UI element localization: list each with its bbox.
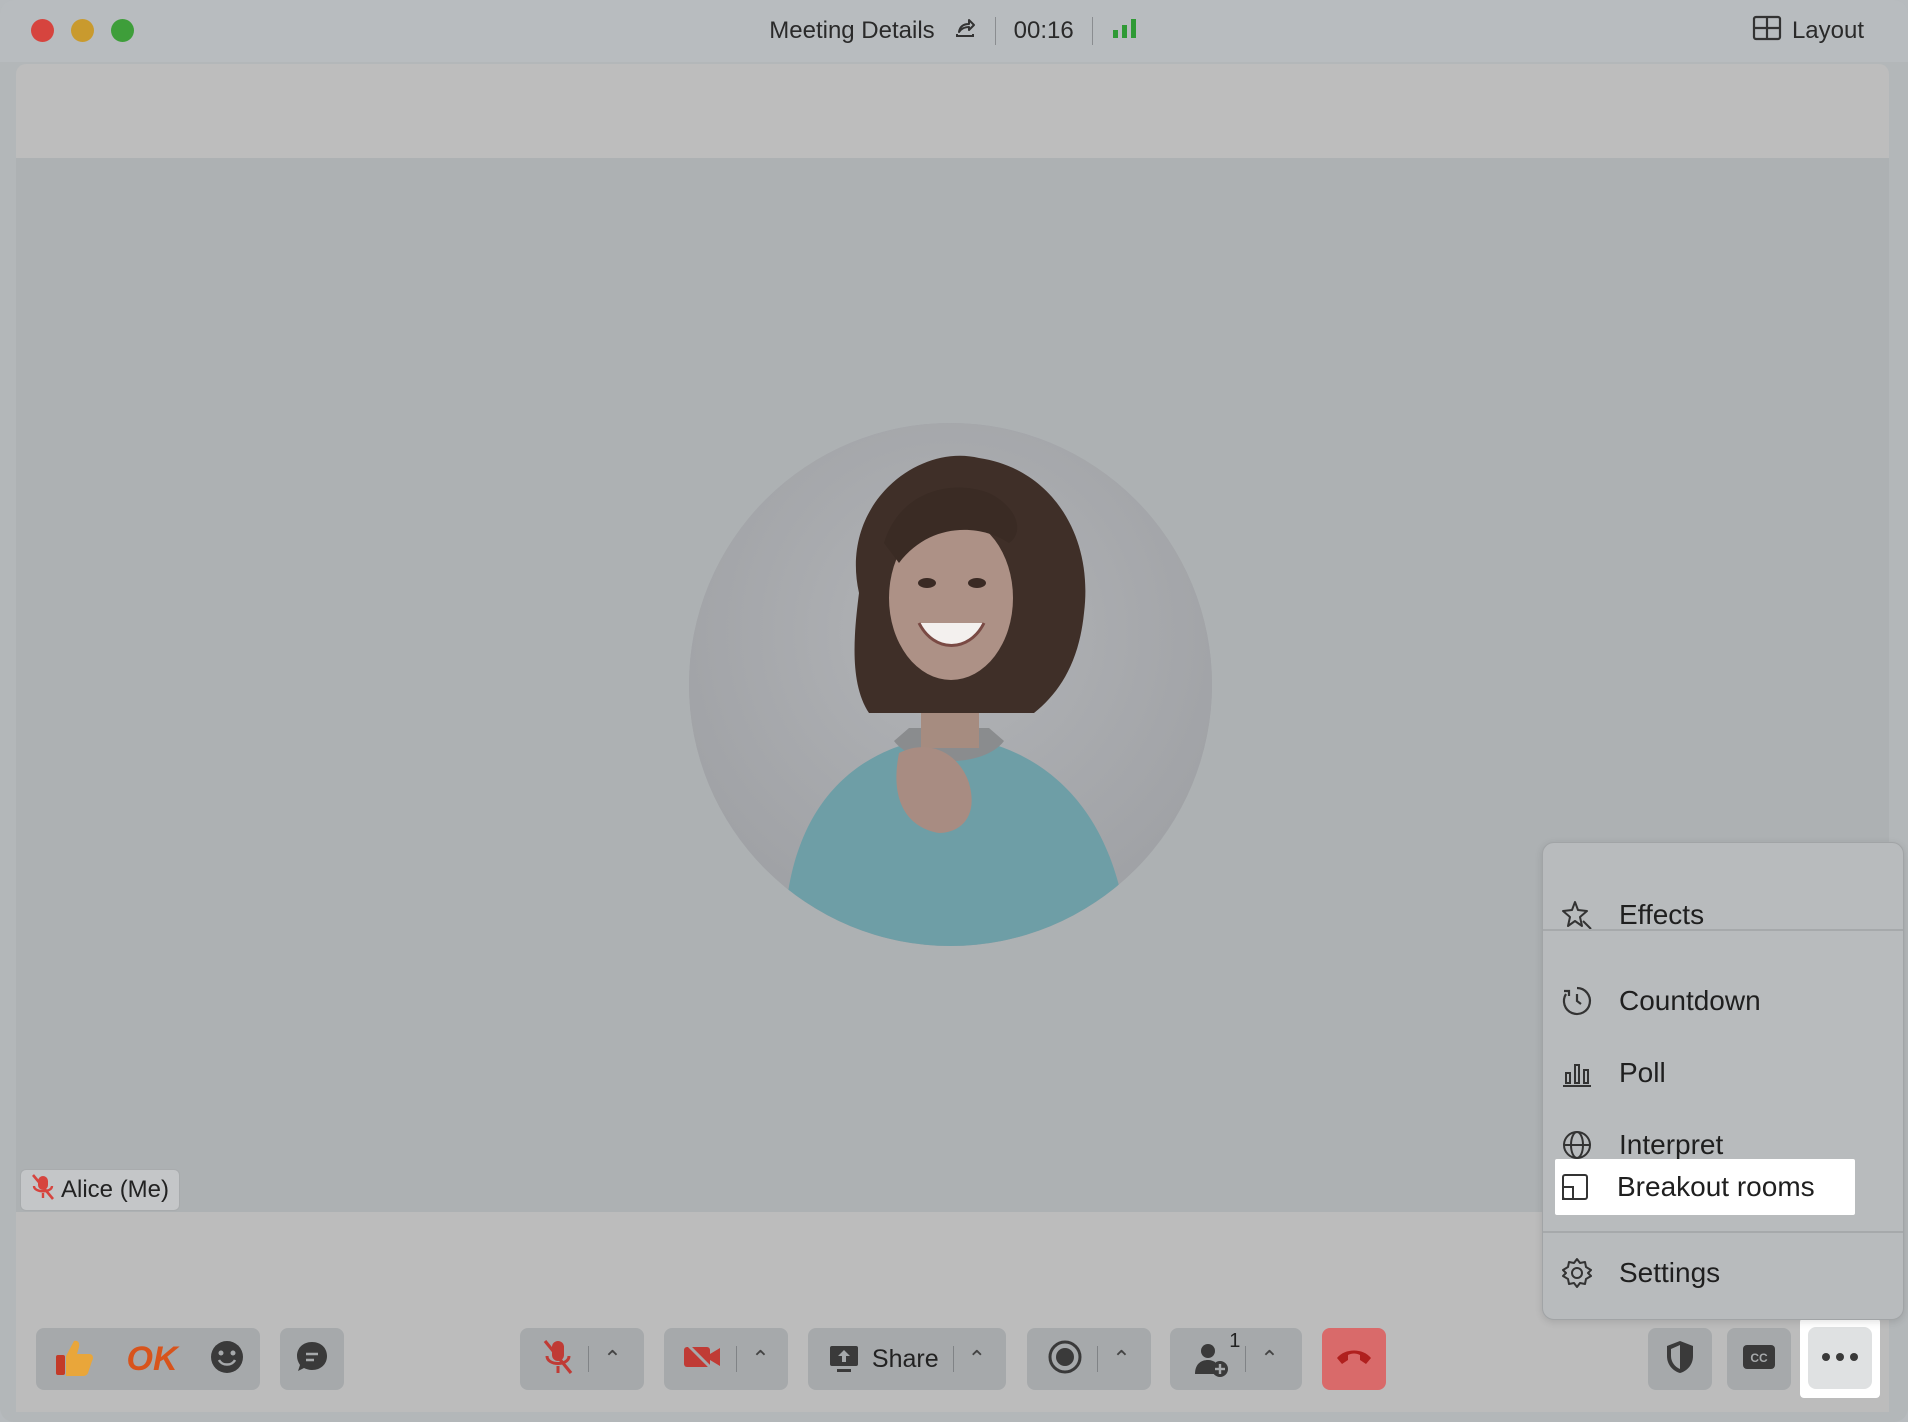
bar-chart-icon bbox=[1557, 1057, 1597, 1089]
emoji-icon[interactable] bbox=[209, 1339, 245, 1380]
share-out-icon[interactable] bbox=[953, 16, 977, 47]
chevron-up-icon[interactable]: ⌃ bbox=[1112, 1346, 1130, 1372]
chevron-up-icon[interactable]: ⌃ bbox=[751, 1346, 769, 1372]
menu-item-poll[interactable]: Poll bbox=[1557, 1045, 1857, 1101]
share-label: Share bbox=[871, 1344, 939, 1373]
hang-up-icon bbox=[1335, 1346, 1373, 1373]
chat-button[interactable] bbox=[280, 1328, 344, 1390]
menu-item-settings[interactable]: Settings bbox=[1557, 1245, 1857, 1301]
chevron-up-icon[interactable]: ⌃ bbox=[1260, 1346, 1278, 1372]
title-separator bbox=[1091, 17, 1093, 45]
stage-top-strip bbox=[16, 64, 1889, 158]
shield-icon bbox=[1664, 1339, 1696, 1380]
title-center: Meeting Details 00:16 bbox=[0, 0, 1908, 62]
camera-off-icon[interactable] bbox=[682, 1341, 722, 1378]
participants-control: 1 ⌃ bbox=[1170, 1328, 1302, 1390]
meeting-window: Meeting Details 00:16 Layout Alice (Me) … bbox=[0, 0, 1908, 1422]
split-divider bbox=[588, 1346, 590, 1372]
add-participant-icon[interactable]: 1 bbox=[1193, 1330, 1240, 1378]
gear-icon bbox=[1557, 1257, 1597, 1289]
globe-icon bbox=[1557, 1129, 1597, 1161]
menu-item-effects[interactable]: Effects bbox=[1557, 887, 1857, 943]
menu-item-breakout-rooms[interactable]: Breakout rooms bbox=[1555, 1159, 1855, 1215]
thumbs-up-icon[interactable] bbox=[52, 1335, 96, 1384]
menu-divider bbox=[1543, 1231, 1903, 1233]
split-divider bbox=[736, 1346, 738, 1372]
participant-name-tag: Alice (Me) bbox=[20, 1169, 181, 1211]
breakout-rooms-icon bbox=[1555, 1171, 1595, 1203]
more-options-frame bbox=[1800, 1318, 1880, 1398]
timer-icon bbox=[1557, 985, 1597, 1017]
record-control: ⌃ bbox=[1027, 1328, 1151, 1390]
more-dots-icon bbox=[1821, 1349, 1859, 1367]
menu-item-label: Countdown bbox=[1619, 985, 1761, 1016]
menu-item-label: Settings bbox=[1619, 1257, 1721, 1288]
title-bar: Meeting Details 00:16 Layout bbox=[0, 0, 1908, 62]
chevron-up-icon[interactable]: ⌃ bbox=[968, 1346, 986, 1372]
captions-button[interactable]: CC bbox=[1727, 1328, 1791, 1390]
menu-item-label: Poll bbox=[1619, 1057, 1666, 1088]
participants-count: 1 bbox=[1229, 1330, 1241, 1352]
split-divider bbox=[952, 1346, 954, 1372]
menu-item-label: Breakout rooms bbox=[1617, 1171, 1815, 1202]
camera-control: ⌃ bbox=[664, 1328, 788, 1390]
svg-text:CC: CC bbox=[1750, 1351, 1768, 1365]
title-separator bbox=[994, 17, 996, 45]
more-options-button[interactable] bbox=[1808, 1327, 1872, 1389]
closed-captions-icon: CC bbox=[1741, 1343, 1777, 1376]
sparkle-icon bbox=[1557, 899, 1597, 931]
split-divider bbox=[1245, 1346, 1247, 1372]
menu-item-countdown[interactable]: Countdown bbox=[1557, 973, 1857, 1029]
record-icon[interactable] bbox=[1047, 1339, 1083, 1380]
security-button[interactable] bbox=[1648, 1328, 1712, 1390]
meeting-details-link[interactable]: Meeting Details bbox=[769, 17, 934, 45]
split-divider bbox=[1097, 1346, 1099, 1372]
muted-mic-icon bbox=[31, 1173, 55, 1208]
layout-grid-icon bbox=[1752, 15, 1782, 48]
meeting-timer: 00:16 bbox=[1013, 17, 1074, 44]
signal-strength-icon[interactable] bbox=[1111, 16, 1139, 47]
leave-meeting-button[interactable] bbox=[1322, 1328, 1386, 1390]
menu-divider bbox=[1543, 929, 1903, 931]
ok-reaction[interactable]: OK bbox=[127, 1340, 178, 1379]
menu-item-label: Effects bbox=[1619, 899, 1705, 930]
reactions-group: OK bbox=[36, 1328, 260, 1390]
menu-item-label: Interpret bbox=[1619, 1129, 1724, 1160]
share-screen-icon[interactable]: Share bbox=[828, 1344, 939, 1374]
chat-bubble-icon bbox=[294, 1339, 330, 1380]
layout-button[interactable]: Layout bbox=[1752, 0, 1864, 62]
more-options-menu: Effects Countdown Poll Interpret Breakou… bbox=[1542, 842, 1904, 1320]
microphone-control: ⌃ bbox=[520, 1328, 644, 1390]
share-control: Share ⌃ bbox=[808, 1328, 1006, 1390]
mic-muted-icon[interactable] bbox=[542, 1338, 574, 1381]
layout-label: Layout bbox=[1791, 17, 1864, 44]
participant-avatar bbox=[689, 423, 1212, 946]
chevron-up-icon[interactable]: ⌃ bbox=[603, 1346, 621, 1372]
participant-name: Alice (Me) bbox=[61, 1176, 170, 1203]
